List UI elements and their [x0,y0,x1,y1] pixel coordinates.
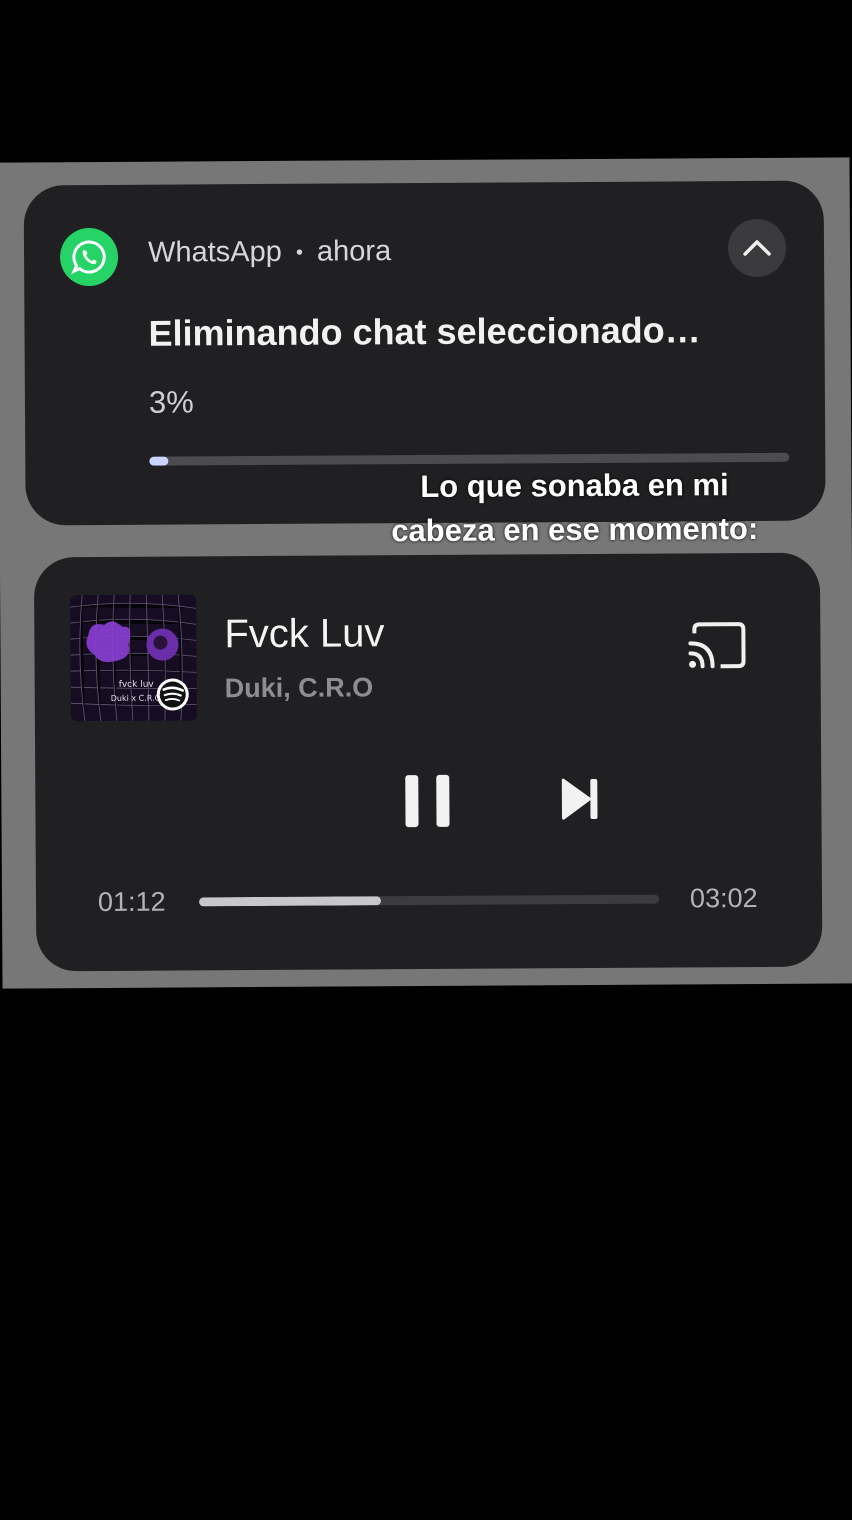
pause-button[interactable] [401,773,457,829]
whatsapp-icon [59,227,119,287]
media-player-card[interactable]: fvck luv Duki x C.R.O Fvck Luv Duki, C.R… [33,552,823,972]
total-duration: 03:02 [689,882,758,914]
notification-title: Eliminando chat seleccionado… [148,309,701,354]
progress-percent: 3% [148,384,194,420]
spotify-icon [156,678,189,711]
collapse-button[interactable] [727,218,787,278]
next-track-button[interactable] [559,776,603,822]
album-art: fvck luv Duki x C.R.O [70,594,197,722]
skip-next-icon [561,778,598,820]
cast-icon [688,622,746,669]
header-separator: • [295,241,303,264]
cast-button[interactable] [686,619,748,671]
caption-overlay: Lo que sonaba en mi cabeza en ese moment… [359,463,790,554]
elapsed-time: 01:12 [97,886,166,918]
progress-bar-fill [149,456,169,466]
track-artist: Duki, C.R.O [224,672,374,704]
album-art-artists: Duki x C.R.O [111,694,161,703]
caption-line-1: Lo que sonaba en mi [420,467,729,505]
caption-line-2: cabeza en ese momento: [391,510,759,549]
album-art-title: fvck luv [119,680,155,690]
track-title: Fvck Luv [224,611,385,657]
seek-bar-fill [198,896,381,907]
notification-time: ahora [316,235,392,268]
notification-shade: WhatsApp • ahora Eliminando chat selecci… [0,157,852,989]
chevron-up-icon [743,240,771,256]
pause-icon [405,774,450,828]
seek-bar[interactable] [198,894,660,907]
notification-header: WhatsApp • ahora [148,235,391,269]
app-name: WhatsApp [147,235,282,269]
